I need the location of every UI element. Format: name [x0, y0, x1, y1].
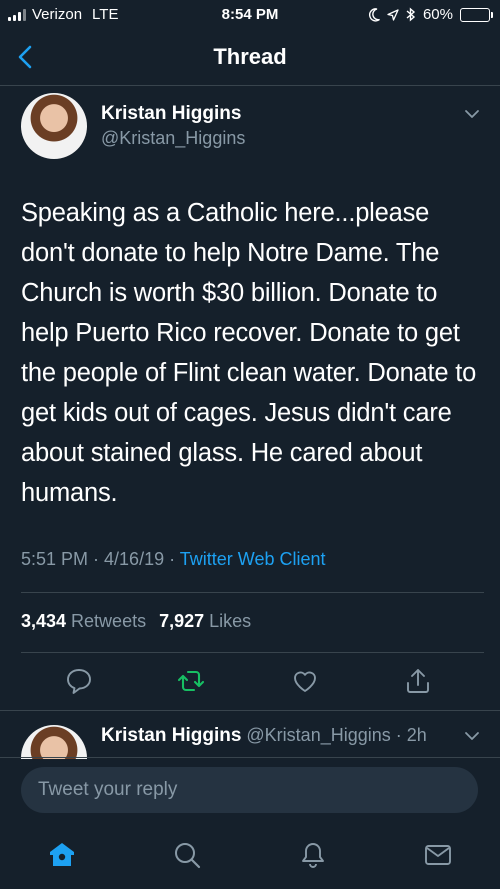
- author-name[interactable]: Kristan Higgins: [101, 103, 241, 125]
- page-title: Thread: [213, 44, 287, 69]
- moon-icon: [369, 7, 380, 22]
- retweets-count: 3,434: [21, 611, 67, 631]
- reply-tweet-preview[interactable]: Kristan Higgins @Kristan_Higgins · 2h: [0, 711, 500, 759]
- chevron-down-icon[interactable]: [464, 108, 480, 120]
- divider: [0, 757, 500, 758]
- tweet-stats: 3,434 Retweets 7,927 Likes: [21, 611, 251, 632]
- status-bar: Verizon LTE 8:54 PM 60%: [0, 0, 500, 30]
- bluetooth-icon: [406, 7, 416, 22]
- reply-composer[interactable]: [21, 767, 478, 813]
- retweets-stat[interactable]: 3,434 Retweets: [21, 611, 146, 631]
- nav-bar: Thread: [0, 30, 500, 86]
- retweets-label: Retweets: [66, 611, 147, 631]
- tweet-actions: [0, 662, 500, 702]
- divider: [21, 652, 484, 653]
- likes-stat[interactable]: 7,927 Likes: [159, 611, 251, 631]
- likes-count: 7,927: [159, 611, 205, 631]
- reply-icon[interactable]: [64, 666, 94, 696]
- location-icon: [387, 8, 399, 21]
- search-icon[interactable]: [172, 840, 202, 870]
- likes-label: Likes: [204, 611, 252, 631]
- divider: [21, 592, 484, 593]
- bell-icon[interactable]: [298, 840, 328, 870]
- battery-icon: [460, 7, 493, 22]
- home-icon[interactable]: [47, 840, 77, 870]
- reply-author-avatar[interactable]: [21, 725, 87, 759]
- reply-author-line: Kristan Higgins @Kristan_Higgins · 2h: [101, 725, 427, 747]
- status-right: 60%: [368, 6, 493, 23]
- battery-percent: 60%: [422, 6, 453, 23]
- mail-icon[interactable]: [423, 840, 453, 870]
- reply-author-name[interactable]: Kristan Higgins: [101, 725, 241, 746]
- tweet-text: Speaking as a Catholic here...please don…: [21, 199, 477, 507]
- author-handle[interactable]: @Kristan_Higgins: [101, 128, 245, 149]
- author-avatar[interactable]: [21, 93, 87, 159]
- tweet-timestamp: 5:51 PM · 4/16/19 ·: [21, 549, 180, 569]
- tab-bar: [0, 826, 500, 889]
- reply-input[interactable]: [21, 767, 478, 813]
- tweet-client-link[interactable]: Twitter Web Client: [180, 549, 326, 569]
- reply-author-meta: @Kristan_Higgins · 2h: [241, 725, 427, 745]
- like-heart-icon[interactable]: [290, 666, 320, 696]
- share-icon[interactable]: [403, 666, 433, 696]
- tweet-meta: 5:51 PM · 4/16/19 · Twitter Web Client: [21, 549, 325, 570]
- chevron-down-icon[interactable]: [464, 730, 480, 742]
- retweet-icon[interactable]: [176, 666, 206, 696]
